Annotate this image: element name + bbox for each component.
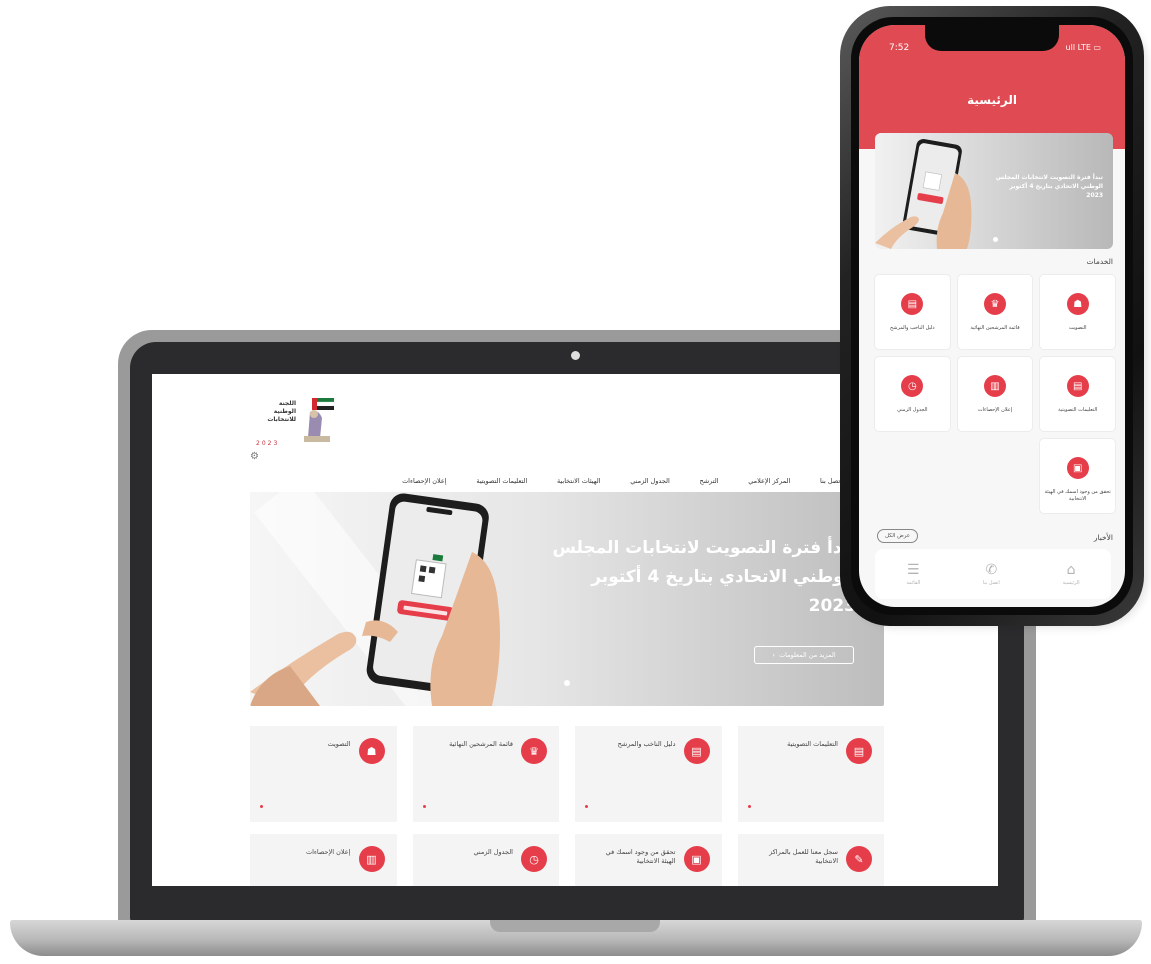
document-icon: ▤ (901, 293, 924, 315)
trophy-icon: ♛ (984, 293, 1006, 315)
chevron-left-icon: ‹ (772, 651, 775, 659)
card-dot (585, 805, 588, 808)
phone-icon: ✆ (985, 561, 998, 578)
tile-label: التصويت (1068, 325, 1087, 331)
card-dot (260, 805, 263, 808)
laptop-opening-notch (490, 920, 660, 932)
service-card-voting[interactable]: ☗ التصويت (250, 726, 397, 822)
logo-text: اللجنة الوطنية للانتخابات (250, 400, 296, 424)
gear-icon[interactable]: ⚙ (250, 451, 259, 462)
tab-home[interactable]: ⌂ الرئيسية (1062, 563, 1079, 586)
document-icon: ▤ (846, 738, 872, 764)
card-dot (422, 805, 426, 808)
vote-icon: ☗ (1066, 293, 1089, 315)
vote-icon: ☗ (358, 738, 385, 764)
tab-label: القائمة (906, 579, 921, 586)
app-tile-voting-instructions[interactable]: ▤ التعليمات التصويتية (1040, 357, 1115, 431)
clock-icon: ◷ (521, 846, 547, 872)
service-card-voting-instructions[interactable]: ▤ التعليمات التصويتية (737, 726, 884, 822)
news-heading: الأخبار (1093, 533, 1113, 542)
service-card-guide[interactable]: ▤ دليل الناخب والمرشح (575, 726, 722, 822)
clock-icon: ◷ (901, 375, 924, 397)
hero-title-line: 2023 (808, 596, 856, 616)
hero-title-line: تبدأ فترة التصويت لانتخابات المجلس (552, 538, 856, 558)
service-card-check-name[interactable]: ▣ تحقق من وجود اسمك في الهيئة الانتخابية (575, 834, 722, 886)
tile-label: قائمة المرشحين النهائية (970, 325, 1020, 331)
logo-emblem-icon (304, 398, 335, 442)
nav-item[interactable]: المركز الإعلامي (748, 477, 790, 485)
menu-icon: ☰ (907, 561, 920, 578)
status-time: 7:52 (889, 43, 910, 53)
nav-item[interactable]: الترشح (700, 477, 719, 485)
site-logo[interactable]: اللجنة الوطنية للانتخابات 2023 (250, 382, 346, 454)
document-icon: ▤ (1066, 375, 1089, 397)
card-label: سجل معنا للعمل بالمراكز الانتخابية (769, 848, 838, 865)
bottom-tab-bar: ⌂ الرئيسية ✆ اتصل بنا ☰ القائمة (875, 549, 1111, 599)
phone-notch (925, 25, 1059, 51)
document-icon: ▤ (683, 738, 710, 764)
app-tile-check-name[interactable]: ▣ تحقق من وجود اسمك في الهيئة الانتخابية (1040, 439, 1115, 513)
tab-label: الرئيسية (1062, 579, 1080, 586)
card-label: دليل الناخب والمرشح (617, 740, 676, 748)
app-tile-timeline[interactable]: ◷ الجدول الزمني (875, 357, 950, 431)
card-label: إعلان الإحصاءات (305, 848, 351, 856)
chart-icon: ▥ (358, 846, 385, 872)
nav-item[interactable]: الجدول الزمني (630, 477, 670, 485)
card-label: قائمة المرشحين النهائية (449, 740, 513, 748)
services-heading: الخدمات (1086, 257, 1113, 266)
tab-contact[interactable]: ✆ اتصل بنا (983, 563, 1000, 586)
logo-line: للانتخابات (267, 416, 296, 423)
view-all-button[interactable]: عرض الكل (877, 529, 919, 543)
banner-text: تبدأ فترة التصويت لانتخابات المجلس الوطن… (995, 174, 1103, 199)
app-tile-final-candidates[interactable]: ♛ قائمة المرشحين النهائية (957, 275, 1033, 349)
logo-line: اللجنة (278, 400, 296, 407)
app-tile-statistics[interactable]: ▥ إعلان الإحصاءات (957, 357, 1033, 431)
id-card-icon: ▣ (1066, 457, 1089, 479)
card-label: التصويت (327, 740, 351, 748)
app-screen: 7:52 ull LTE ▭ الرئيسية تبدأ فترة التصوي… (859, 25, 1125, 607)
home-icon: ⌂ (1066, 561, 1076, 578)
app-service-grid: ☗ التصويت ♛ قائمة المرشحين النهائية ▤ دل… (875, 275, 1115, 513)
logo-line: الوطنية (273, 408, 296, 415)
carousel-dot[interactable] (564, 680, 570, 686)
card-label: الجدول الزمني (473, 848, 513, 856)
carousel-dot[interactable] (993, 237, 998, 242)
service-card-timeline[interactable]: ◷ الجدول الزمني (412, 834, 559, 886)
tile-label: تحقق من وجود اسمك في الهيئة الانتخابية (1044, 489, 1111, 502)
tab-menu[interactable]: ☰ القائمة (906, 563, 920, 586)
tile-label: دليل الناخب والمرشح (890, 325, 935, 331)
hero-banner: تبدأ فترة التصويت لانتخابات المجلس الوطن… (250, 492, 884, 706)
service-cards: ☗ التصويت ♛ قائمة المرشحين النهائية ▤ دل… (250, 726, 884, 886)
more-info-label: المزيد من المعلومات (778, 651, 836, 659)
main-nav: إعلان الإحصاءات التعليمات التصويتية الهي… (402, 474, 842, 488)
logo-year: 2023 (256, 440, 280, 447)
id-card-icon: ▣ (683, 846, 710, 872)
laptop-camera (571, 351, 580, 360)
app-tile-guide[interactable]: ▤ دليل الناخب والمرشح (875, 275, 950, 349)
tile-label: إعلان الإحصاءات (977, 407, 1013, 413)
chart-icon: ▥ (984, 375, 1006, 397)
card-label: التعليمات التصويتية (787, 740, 838, 748)
nav-item[interactable]: التعليمات التصويتية (476, 477, 527, 485)
service-card-register[interactable]: ✎ سجل معنا للعمل بالمراكز الانتخابية (737, 834, 884, 886)
nav-item[interactable]: اتصل بنا (820, 477, 842, 485)
hero-title: تبدأ فترة التصويت لانتخابات المجلس الوطن… (526, 534, 856, 621)
card-dot (747, 805, 751, 808)
trophy-icon: ♛ (521, 738, 547, 764)
service-card-final-candidates[interactable]: ♛ قائمة المرشحين النهائية (412, 726, 559, 822)
tile-label: التعليمات التصويتية (1058, 407, 1098, 413)
app-tile-voting[interactable]: ☗ التصويت (1040, 275, 1115, 349)
card-label: تحقق من وجود اسمك في الهيئة الانتخابية (605, 848, 676, 865)
more-info-button[interactable]: المزيد من المعلومات ‹ (754, 646, 854, 664)
service-card-statistics[interactable]: ▥ إعلان الإحصاءات (250, 834, 397, 886)
nav-item[interactable]: الهيئات الانتخابية (557, 477, 601, 485)
nav-item[interactable]: إعلان الإحصاءات (402, 477, 447, 485)
tab-label: اتصل بنا (982, 579, 1000, 586)
app-banner[interactable]: تبدأ فترة التصويت لانتخابات المجلس الوطن… (875, 133, 1113, 249)
hero-title-line: الوطني الاتحادي بتاريخ 4 أكتوبر (591, 567, 856, 587)
status-indicators: ull LTE ▭ (1065, 43, 1101, 52)
app-title: الرئيسية (967, 93, 1017, 107)
tile-label: الجدول الزمني (897, 407, 928, 413)
register-icon: ✎ (846, 846, 872, 872)
